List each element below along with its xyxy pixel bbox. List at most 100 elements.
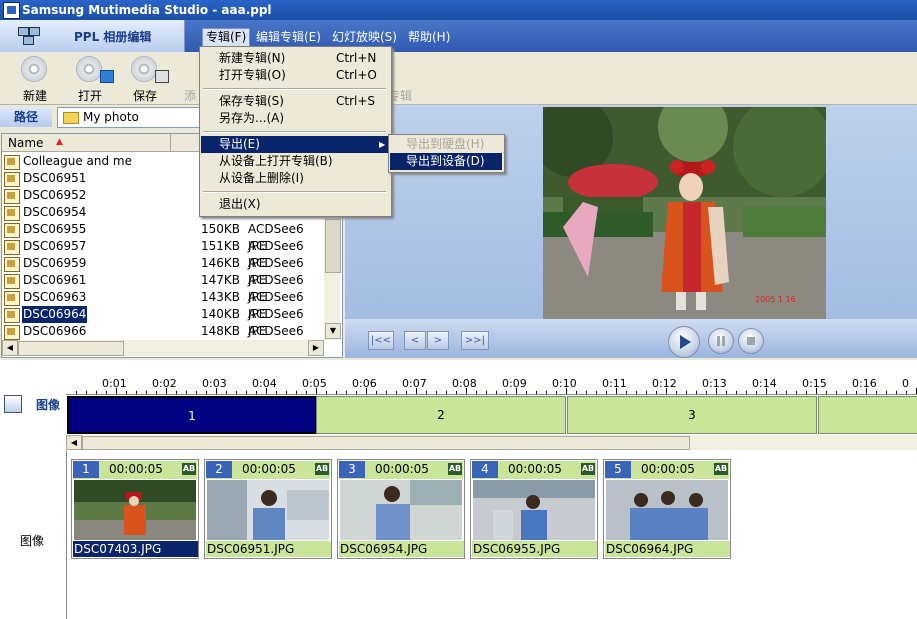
next-slide-button[interactable]: > <box>427 331 449 350</box>
timeline-segment-3[interactable]: 3 <box>567 396 817 434</box>
timeline-segment-1[interactable]: 1 <box>67 396 317 434</box>
ab-transition-icon[interactable]: AB <box>714 463 728 475</box>
card-filename: DSC07403.JPG <box>73 541 198 557</box>
storyboard-card[interactable]: 4 00:00:05 AB DSC06955.JPG <box>470 459 598 559</box>
ab-transition-icon[interactable]: AB <box>182 463 196 475</box>
menu-item-exit[interactable]: 退出(X) <box>201 196 388 213</box>
ruler-minor-tick <box>676 391 677 394</box>
ruler-minor-tick <box>306 391 307 394</box>
last-slide-button[interactable]: >>| <box>461 331 489 350</box>
ruler-minor-tick <box>476 391 477 394</box>
file-row[interactable]: DSC06963 143KB ACDSee6 JPE <box>4 289 324 321</box>
file-row[interactable]: DSC06966148KBACDSee6 JPE <box>4 323 324 355</box>
film-icon <box>18 27 40 45</box>
menu-item-export-to-disk[interactable]: 导出到硬盘(H) <box>390 136 502 153</box>
previous-slide-button[interactable]: < <box>404 331 426 350</box>
ruler-minor-tick <box>236 391 237 394</box>
file-row[interactable]: DSC06955 150KB ACDSee6 JPE <box>4 221 324 253</box>
stop-button[interactable] <box>738 328 764 354</box>
scroll-thumb[interactable] <box>325 219 341 273</box>
storyboard-card[interactable]: 2 00:00:05 AB DSC06951.JPG <box>204 459 332 559</box>
add-button-label[interactable]: 添 <box>184 87 196 104</box>
ab-transition-icon[interactable]: AB <box>581 463 595 475</box>
ruler-minor-tick <box>376 391 377 394</box>
menu-item-open-from-device[interactable]: 从设备上打开专辑(B) <box>201 153 388 170</box>
first-slide-button[interactable]: |<< <box>368 331 394 350</box>
menu-item-open-album[interactable]: 打开专辑(O) Ctrl+O <box>201 67 388 84</box>
ruler-minor-tick <box>136 391 137 394</box>
new-button[interactable]: 新建 <box>12 56 58 103</box>
ruler-minor-tick <box>486 391 487 394</box>
storyboard-card[interactable]: 3 00:00:05 AB DSC06954.JPG <box>337 459 465 559</box>
stop-icon <box>747 337 755 345</box>
title-bar: Samsung Mutimedia Studio - aaa.ppl <box>0 0 917 20</box>
ruler-minor-tick <box>86 391 87 394</box>
ruler-minor-tick <box>116 391 117 394</box>
ruler-minor-tick <box>906 391 907 394</box>
scroll-right-icon[interactable]: ▶ <box>308 340 324 356</box>
save-button[interactable]: 保存 <box>122 56 169 103</box>
ruler-minor-tick <box>566 391 567 394</box>
file-name: DSC06954 <box>23 205 87 219</box>
play-icon <box>680 335 691 349</box>
menu-help[interactable]: 帮助(H) <box>405 29 453 46</box>
scroll-left-icon[interactable]: ◀ <box>2 340 18 356</box>
storyboard-card[interactable]: 5 00:00:05 AB DSC06964.JPG <box>603 459 731 559</box>
file-row[interactable]: DSC06964 140KB ACDSee6 JPE <box>4 306 324 338</box>
timeline-scrollbar[interactable]: ◀ <box>66 435 917 450</box>
play-button[interactable] <box>668 326 700 358</box>
ruler-minor-tick <box>576 391 577 394</box>
ppl-album-edit-tab[interactable]: PPL 相册编辑 <box>0 20 185 52</box>
file-name: DSC06951 <box>23 171 87 185</box>
ruler-minor-tick <box>106 391 107 394</box>
menu-item-save-as[interactable]: 另存为...(A) <box>201 110 388 127</box>
image-file-icon <box>4 223 20 238</box>
menu-album[interactable]: 专辑(F) <box>202 28 251 47</box>
ruler-tick-label: 0:08 <box>452 377 477 390</box>
menu-item-new-album[interactable]: 新建专辑(N) Ctrl+N <box>201 50 388 67</box>
name-column-header[interactable]: Name <box>8 136 43 150</box>
ruler-minor-tick <box>126 391 127 394</box>
ruler-minor-tick <box>206 391 207 394</box>
ruler-minor-tick <box>456 391 457 394</box>
ab-transition-icon[interactable]: AB <box>315 463 329 475</box>
scroll-down-icon[interactable]: ▼ <box>325 323 341 339</box>
file-size: 147KB <box>201 273 241 287</box>
menu-item-export-to-device[interactable]: 导出到设备(D) <box>390 153 502 170</box>
menu-item-delete-from-device[interactable]: 从设备上删除(I) <box>201 170 388 187</box>
ruler-minor-tick <box>666 391 667 394</box>
window-title: Samsung Mutimedia Studio - aaa.ppl <box>22 3 272 17</box>
menu-item-export[interactable]: 导出(E) ▶ <box>201 136 388 153</box>
menu-edit-album[interactable]: 编辑专辑(E) <box>253 29 324 46</box>
ruler-minor-tick <box>836 391 837 394</box>
file-name: DSC06966 <box>23 324 87 338</box>
scroll-thumb[interactable] <box>82 436 690 450</box>
storyboard-card[interactable]: 1 00:00:05 AB DSC07403.JPG <box>71 459 199 559</box>
file-size: 150KB <box>201 222 241 236</box>
path-select[interactable]: My photo <box>57 107 202 128</box>
file-row[interactable]: DSC06961 147KB ACDSee6 JPE <box>4 272 324 304</box>
menu-slideshow[interactable]: 幻灯放映(S) <box>329 29 400 46</box>
timeline-segment-4[interactable] <box>818 396 917 434</box>
open-button[interactable]: 打开 <box>67 56 114 103</box>
ruler-minor-tick <box>796 391 797 394</box>
ruler-tick-label: 0:11 <box>602 377 627 390</box>
file-row[interactable]: DSC06957 151KB ACDSee6 JPE <box>4 238 324 270</box>
time-ruler[interactable] <box>66 366 917 395</box>
ruler-tick-label: 0:02 <box>152 377 177 390</box>
app-icon[interactable] <box>3 2 20 19</box>
ruler-minor-tick <box>496 391 497 394</box>
menu-item-save-album[interactable]: 保存专辑(S) Ctrl+S <box>201 93 388 110</box>
person-icon <box>4 395 22 413</box>
ab-transition-icon[interactable]: AB <box>448 463 462 475</box>
card-thumbnail <box>207 480 329 540</box>
scroll-left-icon[interactable]: ◀ <box>66 435 82 450</box>
ruler-minor-tick <box>516 391 517 394</box>
file-row[interactable]: DSC06959 146KB ACDSee6 JPE <box>4 255 324 287</box>
file-list-horizontal-scrollbar[interactable]: ◀ ▶ <box>2 340 324 356</box>
scroll-thumb[interactable] <box>18 341 124 356</box>
pause-button[interactable] <box>708 328 734 354</box>
timeline-segment-2[interactable]: 2 <box>316 396 566 434</box>
file-name: DSC06959 <box>23 256 87 270</box>
ruler-minor-tick <box>386 391 387 394</box>
